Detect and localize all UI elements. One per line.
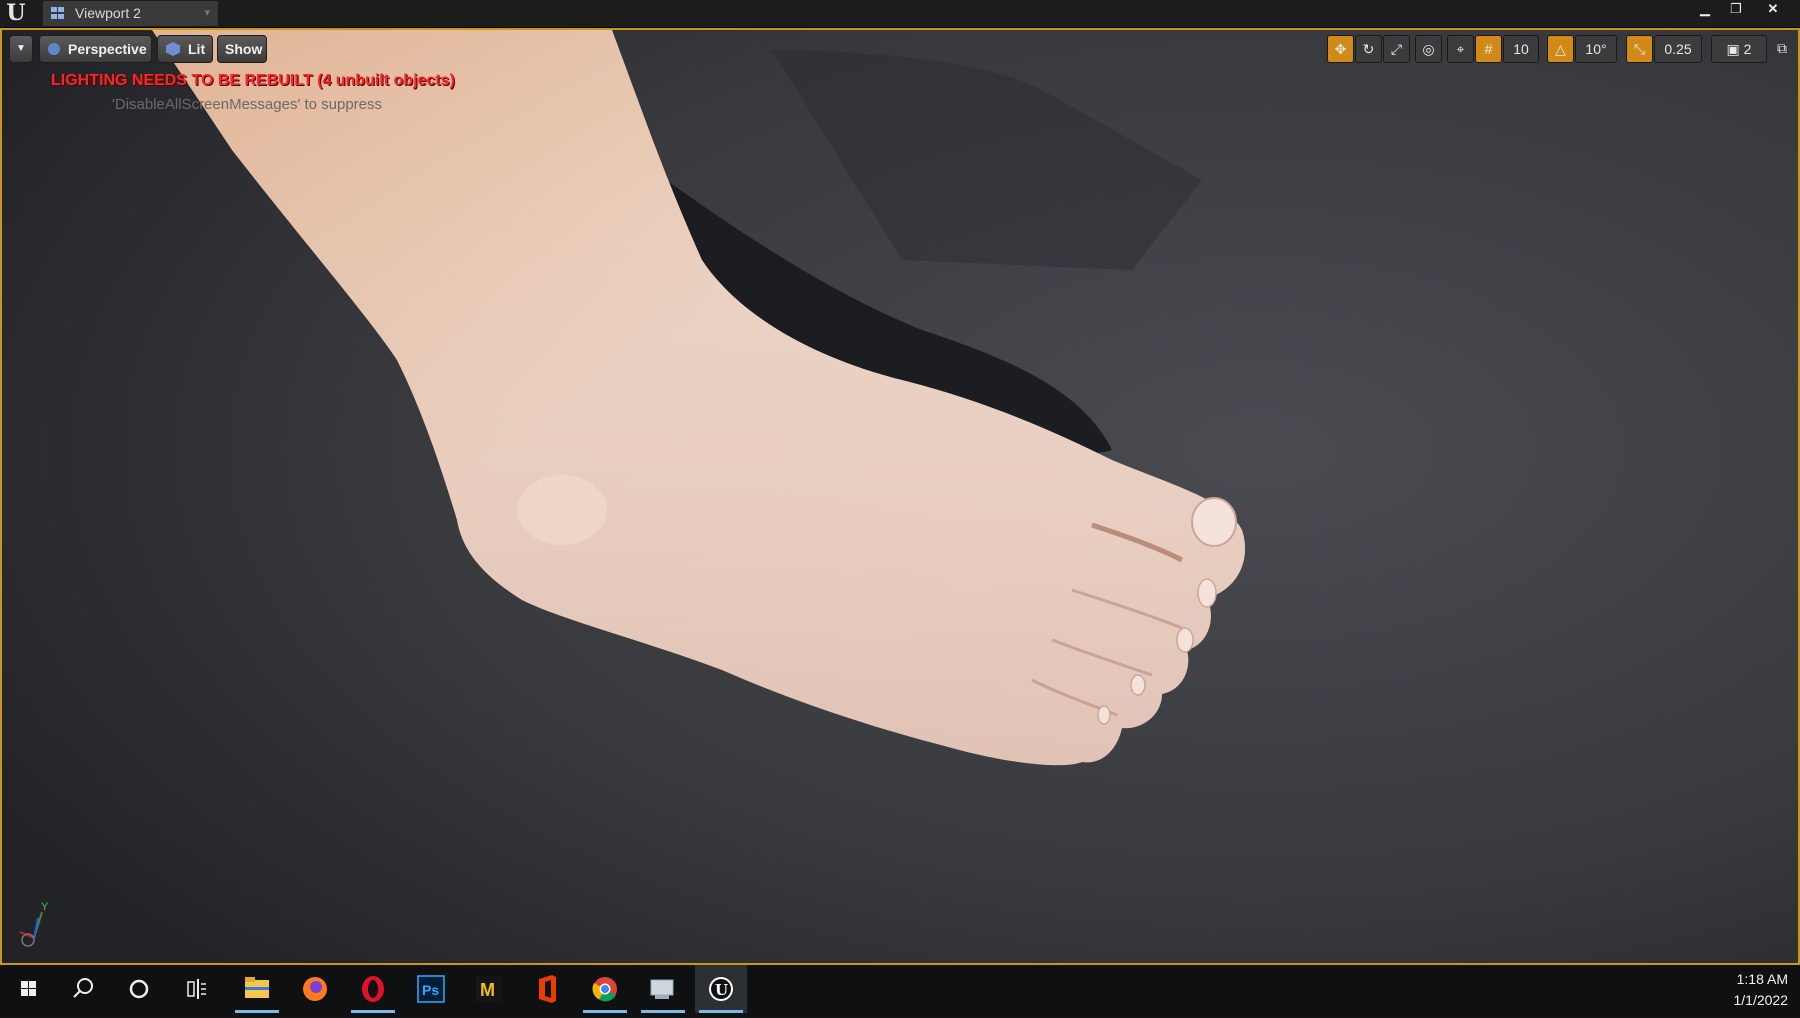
- scene-render: [2, 30, 1798, 963]
- close-window-button[interactable]: ✕: [1757, 0, 1789, 20]
- chrome-icon[interactable]: [579, 965, 631, 1013]
- tab-title: Viewport 2: [75, 5, 141, 21]
- scale-snap-value[interactable]: 0.25: [1654, 35, 1702, 63]
- lit-cube-icon: [166, 42, 180, 56]
- world-coordinates-icon[interactable]: ◎: [1415, 35, 1442, 63]
- camera-speed-value: 2: [1743, 41, 1752, 57]
- lit-button[interactable]: Lit: [157, 35, 213, 63]
- perspective-button[interactable]: Perspective: [39, 35, 152, 63]
- task-view-icon[interactable]: [170, 965, 222, 1013]
- camera-icon: ▣: [1726, 41, 1740, 57]
- restore-button[interactable]: ❐: [1720, 0, 1752, 20]
- perspective-label: Perspective: [68, 41, 147, 57]
- windows-taskbar: Ps M U 1:18 AM 1/1/2022: [0, 965, 1800, 1013]
- system-clock[interactable]: 1:18 AM 1/1/2022: [1734, 969, 1789, 1011]
- grid-snap-icon[interactable]: #: [1475, 35, 1502, 63]
- unreal-engine-icon[interactable]: U: [695, 965, 747, 1013]
- suppress-hint: 'DisableAllScreenMessages' to suppress: [112, 96, 383, 113]
- search-icon[interactable]: [57, 965, 109, 1013]
- lit-label: Lit: [188, 41, 206, 57]
- perspective-icon: [48, 43, 60, 55]
- svg-text:Ps: Ps: [422, 982, 439, 998]
- cortana-icon[interactable]: [113, 965, 165, 1013]
- scale-icon[interactable]: ⤢: [1383, 35, 1410, 63]
- axis-gizmo: Y: [19, 901, 49, 947]
- clock-date: 1/1/2022: [1733, 992, 1789, 1008]
- photoshop-icon[interactable]: Ps: [405, 965, 457, 1013]
- scale-snap-icon[interactable]: ⤡: [1626, 35, 1653, 63]
- chevron-down-icon: ▼: [16, 43, 26, 54]
- office-icon[interactable]: [521, 965, 573, 1013]
- viewport-options-button[interactable]: ▼: [9, 35, 33, 63]
- y-axis-label: Y: [41, 901, 49, 913]
- tab-close-icon[interactable]: ▾: [204, 1, 210, 26]
- viewport-grid-icon: [51, 7, 65, 20]
- grid-snap-value[interactable]: 10: [1503, 35, 1539, 63]
- rotation-snap-value[interactable]: 10°: [1575, 35, 1617, 63]
- firefox-icon[interactable]: [289, 965, 341, 1013]
- viewport-tab[interactable]: Viewport 2 ▾: [43, 1, 218, 26]
- windows-start-icon[interactable]: [3, 965, 55, 1013]
- show-label: Show: [225, 41, 263, 57]
- editor-title-bar: U Viewport 2 ▾ ▁ ❐ ✕: [0, 0, 1800, 28]
- svg-text:U: U: [715, 981, 728, 999]
- svg-text:M: M: [480, 980, 495, 1000]
- lighting-warning: LIGHTING NEEDS TO BE REBUILT (4 unbuilt …: [51, 72, 455, 89]
- unreal-logo-icon[interactable]: U: [4, 2, 28, 25]
- rotate-icon[interactable]: ↻: [1355, 35, 1382, 63]
- camera-speed-button[interactable]: ▣ 2: [1711, 35, 1767, 63]
- maximize-viewport-icon[interactable]: ⧉: [1772, 38, 1792, 60]
- show-button[interactable]: Show: [217, 35, 267, 63]
- opera-icon[interactable]: [347, 965, 399, 1013]
- surface-snapping-icon[interactable]: ⌖: [1447, 35, 1474, 63]
- minimize-button[interactable]: ▁: [1689, 0, 1721, 20]
- translate-icon[interactable]: ✥: [1327, 35, 1354, 63]
- clock-time: 1:18 AM: [1736, 971, 1788, 987]
- file-explorer-icon[interactable]: [231, 965, 283, 1013]
- level-viewport[interactable]: ▼ Perspective Lit Show LIGHTING NEEDS TO…: [0, 28, 1800, 965]
- rotation-snap-icon[interactable]: △: [1547, 35, 1574, 63]
- network-icon[interactable]: [637, 965, 689, 1013]
- marmoset-icon[interactable]: M: [463, 965, 515, 1013]
